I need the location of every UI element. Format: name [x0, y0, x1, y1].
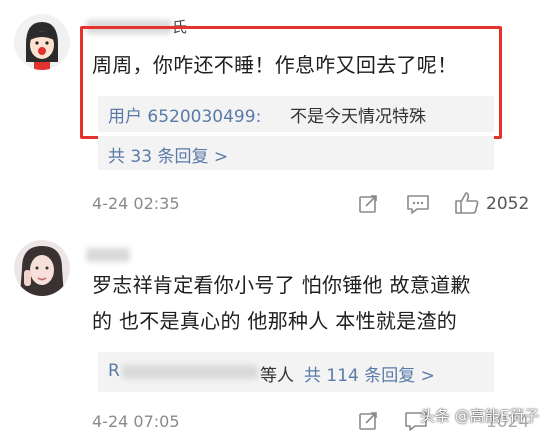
avatar[interactable] [14, 240, 70, 296]
timestamp: 4-24 07:05 [92, 412, 180, 431]
repost-icon[interactable] [358, 193, 380, 219]
quoted-reply[interactable]: 用户 6520030499: 不是今天情况特殊 [98, 96, 494, 132]
reply-users-blurred [122, 365, 258, 379]
username-blurred[interactable] [86, 248, 130, 262]
repost-icon[interactable] [358, 410, 380, 436]
avatar[interactable] [14, 14, 70, 70]
reply-count-bar[interactable]: 共 33 条回复 > [98, 136, 494, 170]
comment-text-line: 罗志祥肯定看你小号了 怕你锤他 故意道歉 [92, 273, 471, 297]
watermark: 头条 @高能E荷子 [420, 407, 540, 425]
comment-text-line: 的 也不是真心的 他那种人 本性就是渣的 [92, 309, 458, 333]
like-count: 2052 [486, 194, 530, 214]
reply-users-suffix: 等人 [260, 366, 294, 386]
quoted-reply-user[interactable]: 用户 6520030499: [108, 102, 261, 127]
like-icon[interactable] [454, 191, 480, 219]
reply-count-link[interactable]: 共 33 条回复 > [108, 142, 228, 167]
reply-count-bar[interactable]: R 等人 共 114 条回复 > [98, 352, 494, 392]
reply-count-link[interactable]: 共 114 条回复 > [304, 361, 435, 386]
comment-text: 周周，你咋还不睡！作息咋又回去了呢！ [92, 53, 458, 77]
reply-users-prefix[interactable]: R [108, 361, 120, 381]
comment-icon[interactable] [406, 193, 430, 219]
timestamp: 4-24 02:35 [92, 194, 180, 213]
quoted-reply-text: 不是今天情况特殊 [290, 107, 426, 127]
